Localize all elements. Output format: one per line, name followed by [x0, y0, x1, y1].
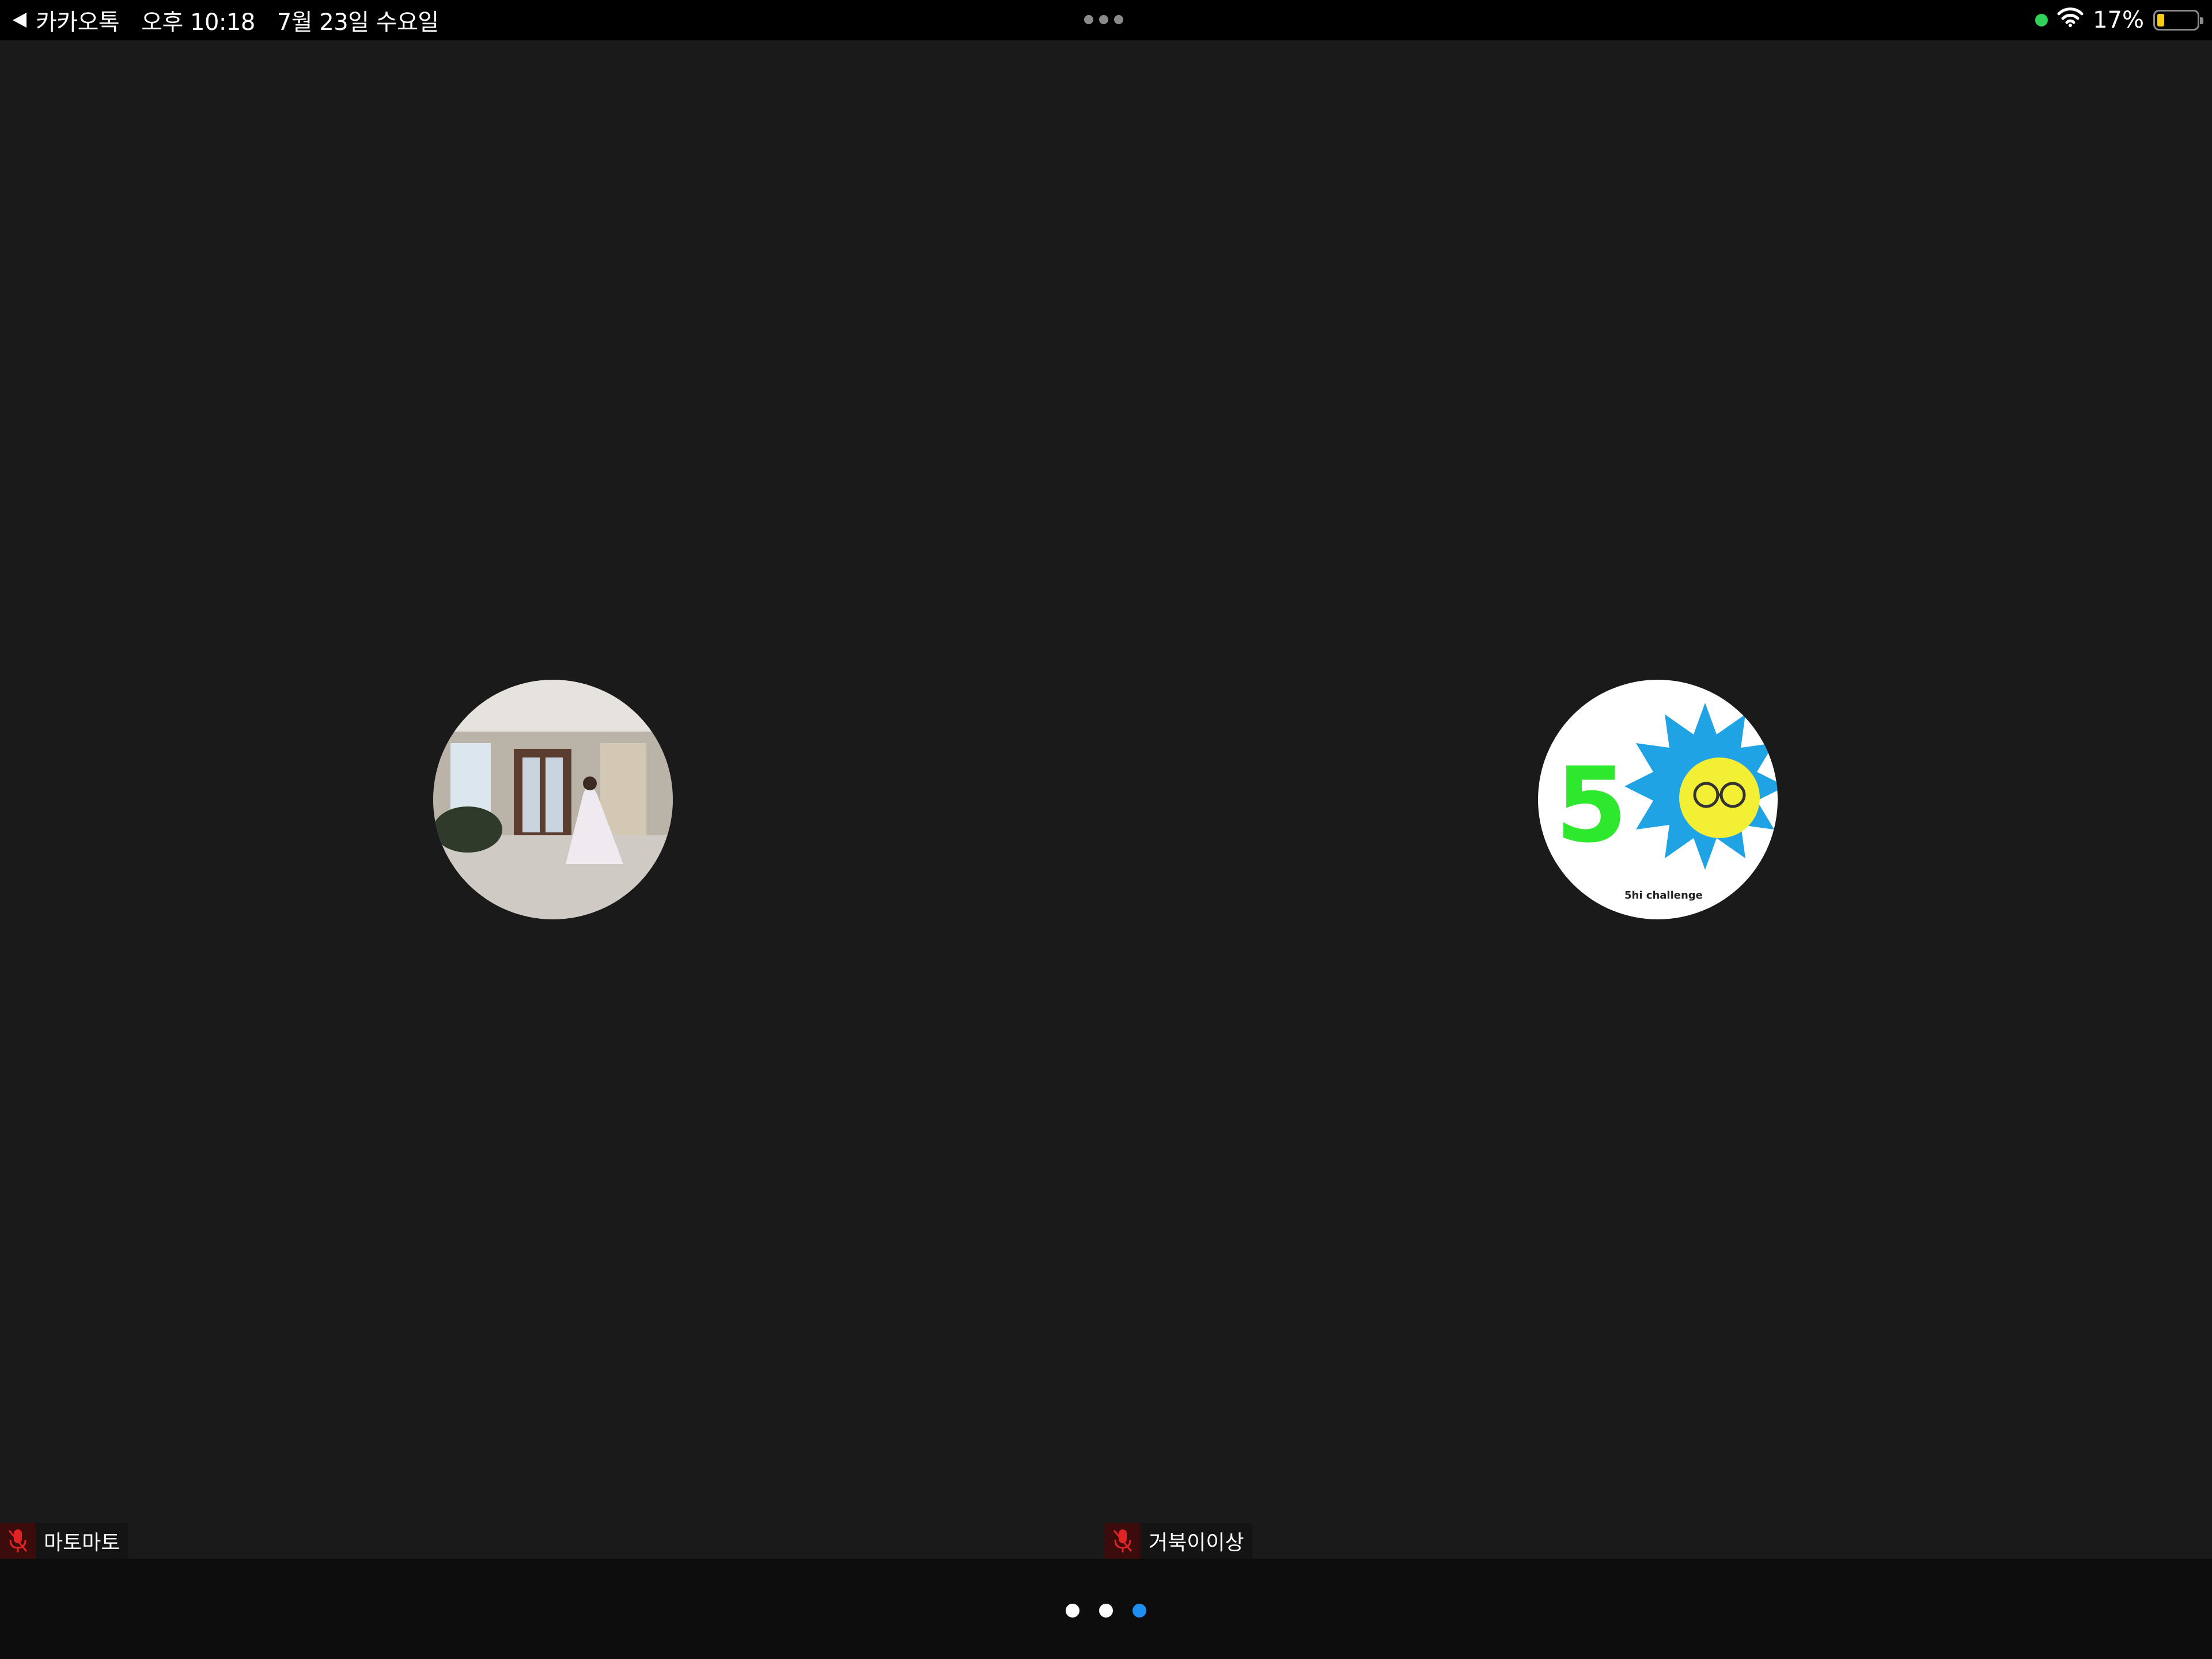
participant-avatar-1[interactable] [433, 680, 673, 919]
mic-muted-icon [1105, 1523, 1141, 1559]
participant-avatar-2[interactable]: 5 5hi challenge [1538, 680, 1778, 919]
logo-number: 5 [1555, 745, 1627, 866]
photo-avatar-icon [433, 680, 673, 919]
battery-percentage: 17% [2093, 7, 2144, 33]
back-app-label[interactable]: 카카오톡 [36, 3, 120, 37]
logo-avatar-icon: 5 5hi challenge [1538, 680, 1778, 919]
mic-muted-icon [0, 1523, 36, 1559]
status-bar-left[interactable]: 카카오톡 오후 10:18 7월 23일 수요일 [13, 0, 439, 40]
page-dot-2[interactable] [1099, 1604, 1113, 1618]
status-bar-right: 17% [2035, 0, 2203, 40]
participant-name-tag-1: 마토마토 [0, 1523, 128, 1559]
battery-icon [2153, 10, 2203, 31]
participant-name-tag-2: 거북이이상 [1105, 1523, 1252, 1559]
camera-in-use-indicator [2035, 14, 2048, 26]
status-time: 오후 10:18 [141, 9, 255, 36]
back-arrow-icon[interactable] [13, 13, 26, 28]
page-dot-1[interactable] [1066, 1604, 1080, 1618]
page-dot-3-active[interactable] [1132, 1604, 1146, 1618]
wifi-icon [2057, 7, 2084, 33]
multitasking-dots-icon[interactable] [1084, 15, 1123, 24]
status-date: 7월 23일 수요일 [276, 9, 439, 36]
status-bar: 카카오톡 오후 10:18 7월 23일 수요일 17% [0, 0, 2212, 40]
logo-caption: 5hi challenge [1624, 889, 1703, 902]
participant-name: 거북이이상 [1149, 1531, 1244, 1555]
participant-name: 마토마토 [44, 1531, 120, 1555]
bottom-bar [0, 1559, 2212, 1659]
page-indicator[interactable] [1066, 1604, 1146, 1618]
